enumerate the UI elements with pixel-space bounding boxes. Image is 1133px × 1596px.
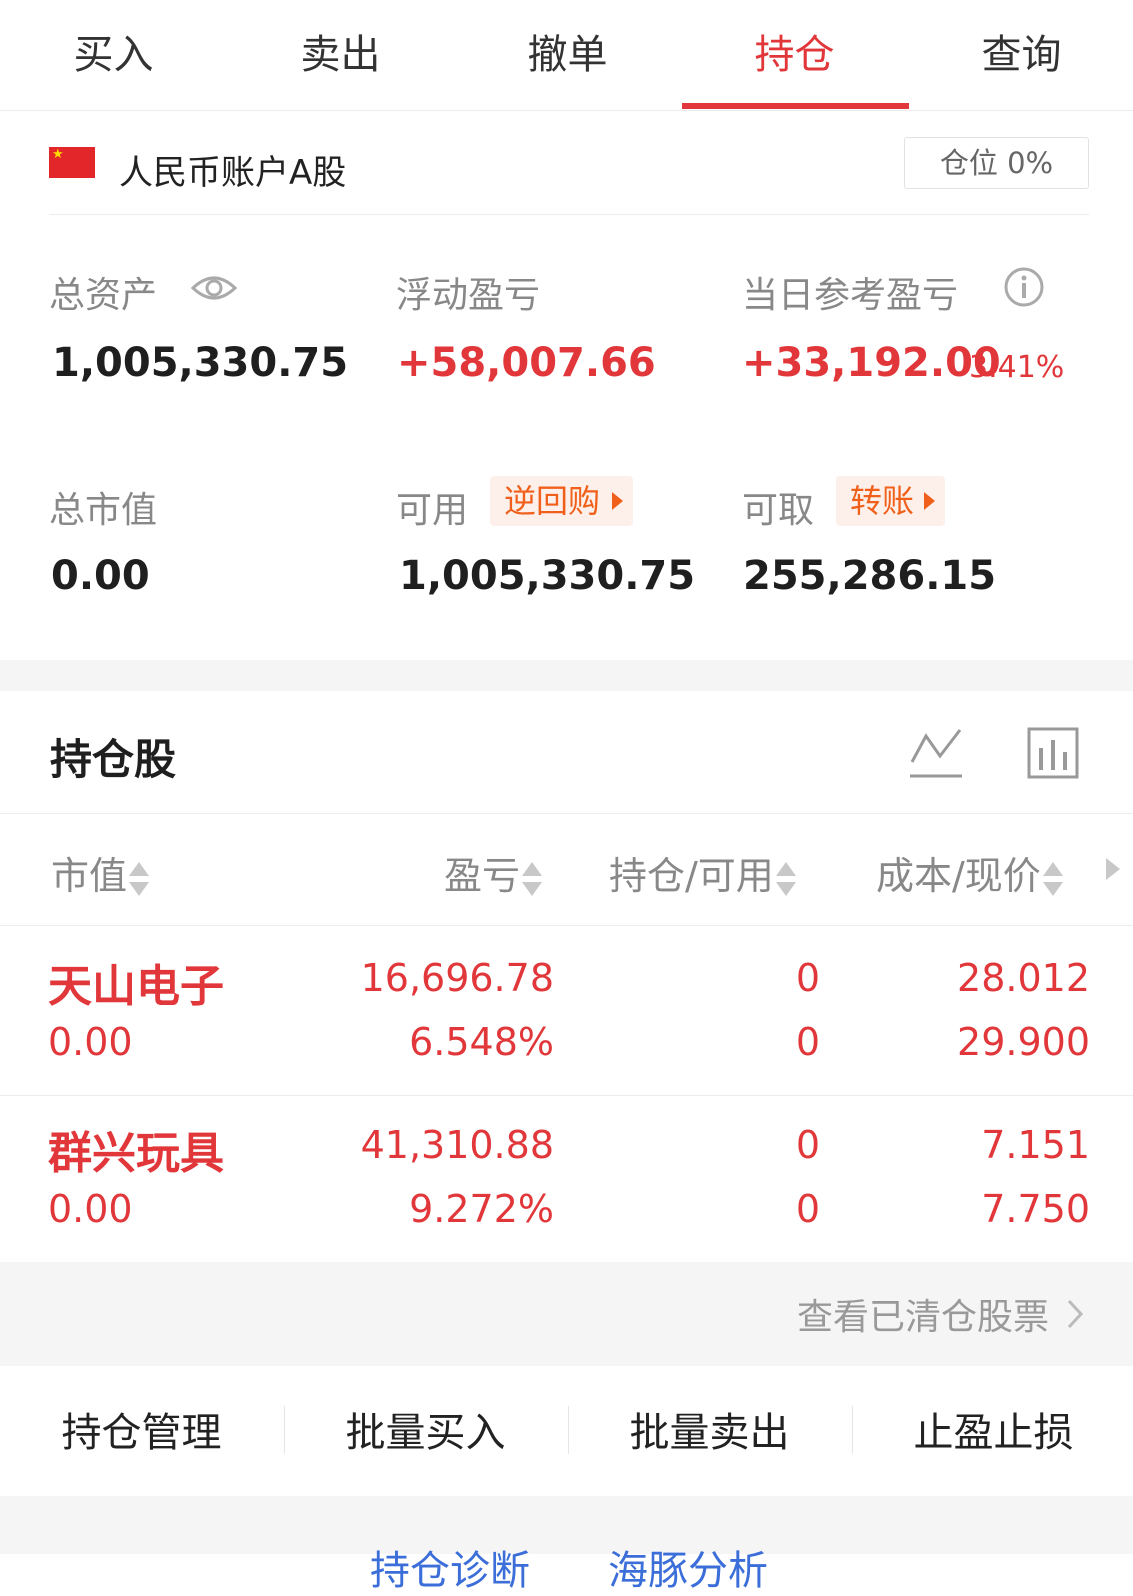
divider [0, 925, 1133, 926]
tab-buy[interactable]: 买入 [0, 22, 227, 80]
bar-chart-icon[interactable] [1027, 726, 1079, 780]
sort-icon [775, 860, 796, 898]
floating-pl-value: +58,007.66 [397, 340, 656, 386]
tab-sell[interactable]: 卖出 [227, 22, 454, 80]
floating-pl-label: 浮动盈亏 [396, 275, 541, 316]
info-icon[interactable] [1003, 266, 1045, 308]
stock-price: 29.900 [957, 1020, 1090, 1064]
active-tab-indicator [682, 103, 909, 109]
cleared-stocks-link[interactable]: 查看已清仓股票 [797, 1288, 1049, 1340]
stock-cost: 28.012 [957, 956, 1090, 1000]
line-chart-icon[interactable] [908, 726, 964, 780]
divider [0, 813, 1133, 814]
chevron-right-icon [1067, 1299, 1084, 1329]
market-value-value: 0.00 [51, 553, 150, 599]
stock-name: 群兴玩具 [48, 1128, 224, 1179]
column-label: 市值 [51, 854, 128, 898]
account-name: 人民币账户A股 [119, 153, 347, 193]
available-label: 可用 [396, 490, 469, 531]
sort-icon [1042, 860, 1063, 898]
china-flag-icon: ★ [49, 147, 95, 178]
tab-cancel-order[interactable]: 撤单 [454, 22, 681, 80]
divider [0, 1095, 1133, 1096]
stock-name: 天山电子 [48, 961, 224, 1012]
reverse-repo-button[interactable]: 逆回购 [490, 476, 633, 526]
daily-pl-percent: 3.41% [969, 350, 1065, 385]
holdings-diagnosis-link[interactable]: 持仓诊断 [370, 1538, 530, 1596]
stock-pl-percent: 9.272% [409, 1187, 554, 1231]
divider [49, 214, 1089, 215]
tab-query[interactable]: 查询 [908, 22, 1133, 80]
stock-position: 0 [795, 956, 820, 1000]
column-label: 持仓/可用 [609, 854, 774, 898]
stock-position: 0 [795, 1123, 820, 1167]
manage-holdings-button[interactable]: 持仓管理 [0, 1400, 283, 1458]
stock-available: 0 [795, 1020, 820, 1064]
triangle-right-icon [924, 492, 935, 510]
section-gap [0, 660, 1133, 691]
column-label: 成本/现价 [876, 854, 1041, 898]
batch-sell-button[interactable]: 批量卖出 [568, 1400, 851, 1458]
eye-icon[interactable] [190, 268, 238, 308]
total-assets-value: 1,005,330.75 [52, 340, 349, 386]
daily-pl-value: +33,192.00 [742, 340, 1001, 386]
stock-market-value: 0.00 [48, 1020, 133, 1064]
trade-tabs: 买入 卖出 撤单 持仓 查询 [0, 0, 1133, 111]
transfer-button[interactable]: 转账 [836, 476, 945, 526]
stock-market-value: 0.00 [48, 1187, 133, 1231]
daily-pl-label: 当日参考盈亏 [742, 275, 959, 316]
sort-icon [129, 860, 150, 898]
withdrawable-value: 255,286.15 [743, 553, 997, 599]
column-market-value[interactable]: 市值 [51, 845, 150, 900]
available-value: 1,005,330.75 [399, 553, 696, 599]
transfer-label: 转账 [850, 482, 915, 520]
reverse-repo-label: 逆回购 [504, 482, 601, 520]
batch-buy-button[interactable]: 批量买入 [284, 1400, 567, 1458]
holdings-title: 持仓股 [50, 735, 177, 784]
column-label: 盈亏 [444, 854, 521, 898]
position-ratio-badge: 仓位 0% [904, 137, 1089, 189]
total-assets-label: 总资产 [49, 275, 158, 316]
stock-price: 7.750 [981, 1187, 1090, 1231]
tab-holdings[interactable]: 持仓 [681, 22, 908, 80]
stock-pl-percent: 6.548% [409, 1020, 554, 1064]
scroll-right-icon[interactable] [1106, 858, 1120, 880]
triangle-right-icon [612, 492, 623, 510]
dolphin-analysis-link[interactable]: 海豚分析 [608, 1538, 768, 1596]
market-value-label: 总市值 [49, 490, 158, 531]
stock-cost: 7.151 [981, 1123, 1090, 1167]
stock-pl: 16,696.78 [360, 956, 554, 1000]
stop-profit-loss-button[interactable]: 止盈止损 [852, 1400, 1133, 1458]
column-position-available[interactable]: 持仓/可用 [609, 845, 796, 900]
stock-pl: 41,310.88 [360, 1123, 554, 1167]
sort-icon [522, 860, 543, 898]
column-profit-loss[interactable]: 盈亏 [444, 845, 543, 900]
withdrawable-label: 可取 [742, 490, 815, 531]
bottom-band [0, 1496, 1133, 1554]
stock-available: 0 [795, 1187, 820, 1231]
column-cost-price[interactable]: 成本/现价 [876, 845, 1063, 900]
account-row: ★ 人民币账户A股 仓位 0% [0, 110, 1133, 216]
